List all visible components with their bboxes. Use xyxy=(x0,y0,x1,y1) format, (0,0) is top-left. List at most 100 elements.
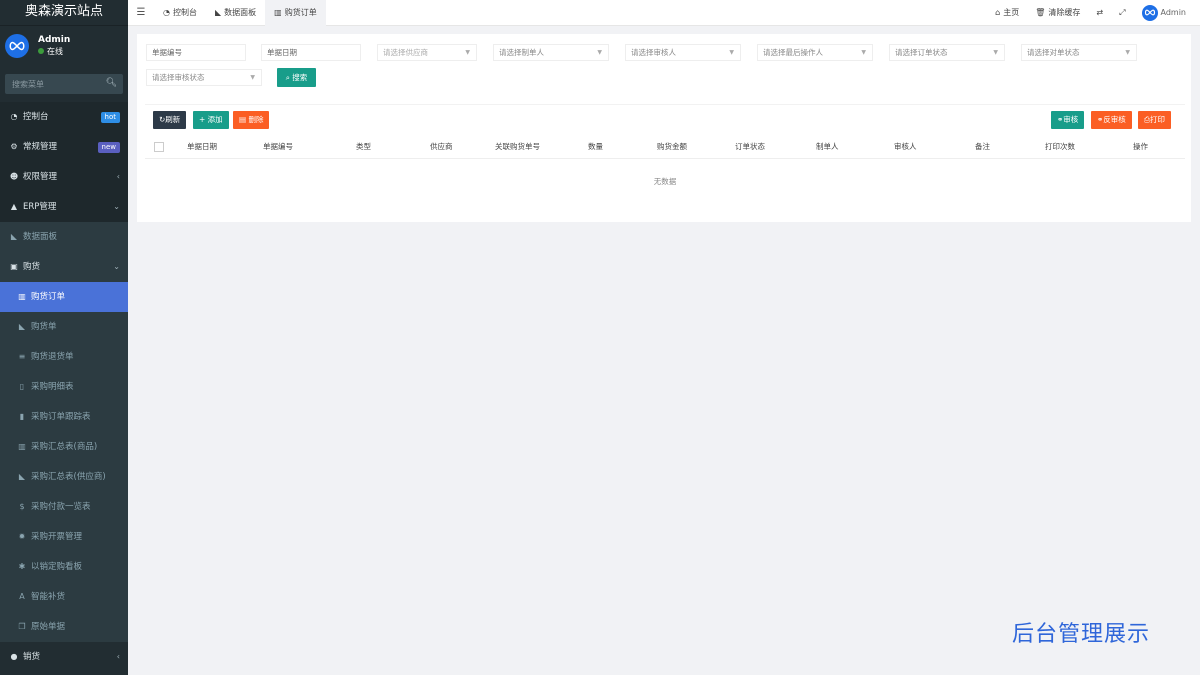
bar-chart-icon: ▥ xyxy=(18,442,26,451)
refresh-button[interactable]: ↻刷新 xyxy=(153,111,187,129)
sidebar-item-label: 采购付款一览表 xyxy=(31,502,91,512)
tab-dashboard[interactable]: ◔ 控制台 xyxy=(154,0,206,26)
group-icon: ☻ xyxy=(9,172,19,181)
fullscreen-button[interactable]: ⤢ xyxy=(1111,8,1133,18)
sidebar-item-sales[interactable]: ● 销货 ‹ xyxy=(0,642,128,672)
sidebar-item-dashboard[interactable]: ◔ 控制台 hot xyxy=(0,102,128,132)
doc-no-input[interactable]: 单据编号 xyxy=(146,44,246,61)
search-icon[interactable]: 🔍︎ xyxy=(106,78,117,88)
tab-label: 控制台 xyxy=(172,7,197,17)
sidebar-item-label: 控制台 xyxy=(23,112,49,122)
sidebar-item-order-tracking[interactable]: ▮ 采购订单跟踪表 xyxy=(0,402,128,432)
home-link[interactable]: ⌂ 主页 xyxy=(987,7,1027,18)
sidebar-item-label: 原始单据 xyxy=(31,622,66,632)
auditor-select[interactable]: 请选择审核人 ▼ xyxy=(625,44,741,61)
column-header[interactable]: 类型 xyxy=(356,135,371,159)
topbar-right: ⌂ 主页 🗑︎ 清除缓存 ⇄ ⤢ Admin xyxy=(987,0,1200,26)
area-chart-icon: ◣ xyxy=(18,322,26,331)
sidebar-item-payment-list[interactable]: $ 采购付款一览表 xyxy=(0,492,128,522)
new-badge: new xyxy=(97,142,120,153)
sidebar-item-general[interactable]: ⚙ 常规管理 new xyxy=(0,132,128,162)
sidebar-item-label: 以销定购看板 xyxy=(31,562,83,572)
sidebar-item-permissions[interactable]: ☻ 权限管理 ‹ xyxy=(0,162,128,192)
sidebar-item-label: 购货订单 xyxy=(31,292,66,302)
sidebar-item-label: 采购开票管理 xyxy=(31,532,83,542)
delete-button[interactable]: ▤ 删除 xyxy=(233,111,270,129)
plus-icon: + xyxy=(199,115,208,124)
caret-down-icon: ▼ xyxy=(993,49,998,56)
add-label: 添加 xyxy=(207,115,223,124)
admin-menu[interactable]: Admin xyxy=(1134,4,1200,21)
caret-down-icon: ▼ xyxy=(597,49,602,56)
reconcile-status-placeholder: 请选择对单状态 xyxy=(1027,48,1080,57)
sidebar-item-smart-restock[interactable]: A 智能补货 xyxy=(0,582,128,612)
sidebar-item-label: 采购订单跟踪表 xyxy=(31,412,91,422)
dashboard-icon: ◔ xyxy=(10,112,18,121)
last-operator-placeholder: 请选择最后操作人 xyxy=(763,48,823,57)
audit-status-select[interactable]: 请选择审核状态 ▼ xyxy=(146,69,262,86)
dashboard-icon: ◔ xyxy=(163,7,170,17)
column-header[interactable]: 购货金额 xyxy=(657,135,687,159)
column-header[interactable]: 单据日期 xyxy=(187,135,217,159)
graduation-cap-icon: ▲ xyxy=(10,202,18,211)
supplier-select[interactable]: 请选择供应商 ▼ xyxy=(377,44,477,61)
avatar xyxy=(1141,4,1158,21)
sidebar-item-purchase-return[interactable]: ≡ 购货退货单 xyxy=(0,342,128,372)
column-header[interactable]: 订单状态 xyxy=(735,135,765,159)
unaudit-button[interactable]: ⚭反审核 xyxy=(1091,111,1132,129)
chevron-left-icon: ‹ xyxy=(116,652,120,661)
sidebar-item-purchase[interactable]: ▣ 购货 ⌄ xyxy=(0,252,128,282)
audit-button[interactable]: ⚭审核 xyxy=(1051,111,1085,129)
sidebar-item-erp[interactable]: ▲ ERP管理 ⌄ xyxy=(0,192,128,222)
sidebar-item-label: 采购汇总表(商品) xyxy=(31,442,98,452)
home-icon: ⌂ xyxy=(995,8,1001,17)
site-logo[interactable]: 奥森演示站点 xyxy=(0,0,128,26)
select-all-checkbox[interactable] xyxy=(154,142,164,152)
user-panel: Admin 在线 xyxy=(0,26,128,66)
last-operator-select[interactable]: 请选择最后操作人 ▼ xyxy=(757,44,873,61)
shopping-bag-icon: ▣ xyxy=(10,262,18,271)
tab-purchase-order[interactable]: ▥ 购货订单 xyxy=(265,0,326,26)
tab-data-panel[interactable]: ◣ 数据面板 xyxy=(206,0,265,26)
order-status-select[interactable]: 请选择订单状态 ▼ xyxy=(889,44,1005,61)
sidebar-item-summary-supplier[interactable]: ◣ 采购汇总表(供应商) xyxy=(0,462,128,492)
column-header[interactable]: 关联购货单号 xyxy=(495,135,540,159)
reconcile-status-select[interactable]: 请选择对单状态 ▼ xyxy=(1021,44,1137,61)
files-icon: ❐ xyxy=(18,622,26,631)
doc-date-input[interactable]: 单据日期 xyxy=(261,44,361,61)
sidebar-item-label: 权限管理 xyxy=(23,172,58,182)
fullscreen-icon: ⤢ xyxy=(1119,7,1126,17)
column-header[interactable]: 供应商 xyxy=(430,135,453,159)
menu-toggle-icon[interactable]: ☰ xyxy=(128,7,154,18)
book-icon: ▮ xyxy=(19,412,25,421)
column-header[interactable]: 制单人 xyxy=(816,135,839,159)
sidebar-item-data-panel[interactable]: ◣ 数据面板 xyxy=(0,222,128,252)
column-header[interactable]: 审核人 xyxy=(894,135,917,159)
creator-placeholder: 请选择制单人 xyxy=(499,48,544,57)
sidebar-item-sales-board[interactable]: ✱ 以销定购看板 xyxy=(0,552,128,582)
avatar xyxy=(5,34,29,58)
search-button[interactable]: ⌕ 搜索 xyxy=(277,68,316,87)
sidebar-item-purchase-bill[interactable]: ◣ 购货单 xyxy=(0,312,128,342)
sidebar-item-original-docs[interactable]: ❐ 原始单据 xyxy=(0,612,128,642)
column-header[interactable]: 单据编号 xyxy=(263,135,293,159)
sidebar-item-invoice[interactable]: ✹ 采购开票管理 xyxy=(0,522,128,552)
creator-select[interactable]: 请选择制单人 ▼ xyxy=(493,44,609,61)
filter-form: 单据编号 单据日期 请选择供应商 ▼ 请选择制单人 ▼ 请选择审核人 ▼ 请选择最后操… xyxy=(137,34,1191,100)
column-header[interactable]: 打印次数 xyxy=(1045,135,1075,159)
add-button[interactable]: + 添加 xyxy=(193,111,229,129)
clear-cache-label: 清除缓存 xyxy=(1048,8,1081,17)
sidebar-item-purchase-detail[interactable]: ▯ 采购明细表 xyxy=(0,372,128,402)
empty-state: 无数据 xyxy=(653,177,677,186)
column-header[interactable]: 数量 xyxy=(588,135,603,159)
unaudit-label: 反审核 xyxy=(1103,115,1126,124)
clear-cache-button[interactable]: 🗑︎ 清除缓存 xyxy=(1027,7,1088,18)
column-header[interactable]: 操作 xyxy=(1133,135,1148,159)
column-header[interactable]: 备注 xyxy=(975,135,990,159)
print-button[interactable]: ⎙打印 xyxy=(1138,111,1171,129)
caret-down-icon: ▼ xyxy=(465,49,470,56)
translate-button[interactable]: ⇄ xyxy=(1088,8,1111,17)
sidebar-item-summary-goods[interactable]: ▥ 采购汇总表(商品) xyxy=(0,432,128,462)
sidebar-item-purchase-order[interactable]: ▥ 购货订单 xyxy=(0,282,128,312)
tab-label: 数据面板 xyxy=(224,7,257,17)
